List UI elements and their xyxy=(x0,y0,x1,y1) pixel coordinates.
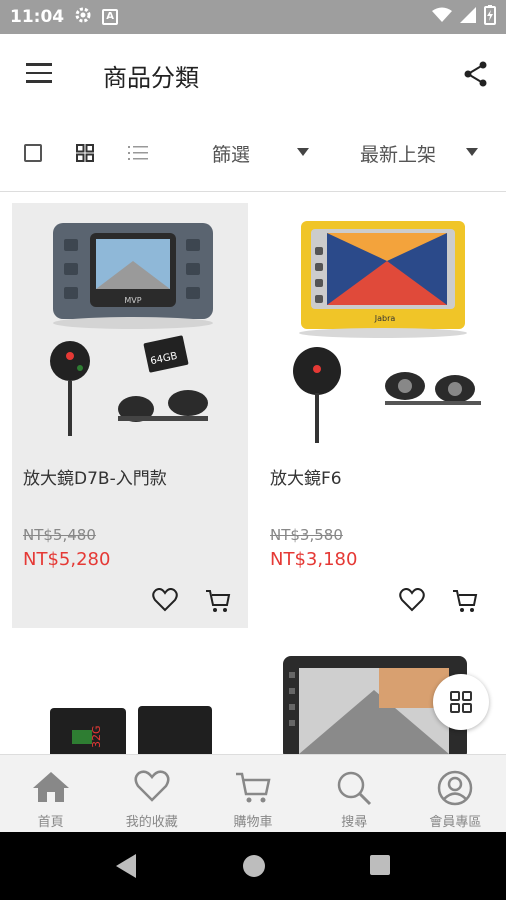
nav-search-label: 搜尋 xyxy=(341,815,368,830)
app-bar: 商品分類 xyxy=(0,34,506,114)
product-card-partial[interactable]: 32G xyxy=(12,650,248,754)
nav-favorites-label: 我的收藏 xyxy=(125,815,178,830)
battery-icon xyxy=(484,4,496,30)
select-all-checkbox[interactable] xyxy=(24,144,42,162)
menu-icon[interactable] xyxy=(26,63,52,85)
original-price: NT$3,580 xyxy=(270,526,343,544)
sale-price: NT$3,180 xyxy=(270,549,358,570)
nav-cart[interactable]: 購物車 xyxy=(202,755,303,832)
heart-icon[interactable] xyxy=(399,588,425,612)
nav-home[interactable]: 首頁 xyxy=(0,755,101,832)
signal-icon xyxy=(460,6,476,28)
screen-label: MVP xyxy=(124,296,141,305)
notification-a-icon: A xyxy=(102,9,119,25)
product-image[interactable]: Jabra xyxy=(265,211,489,451)
user-icon xyxy=(438,770,473,806)
sale-price: NT$5,280 xyxy=(23,549,111,570)
filter-toolbar: 篩選 最新上架 xyxy=(0,114,506,192)
wifi-icon xyxy=(432,7,452,28)
system-navigation-bar xyxy=(0,832,506,900)
nav-cart-label: 購物車 xyxy=(233,815,273,830)
filter-dropdown[interactable]: 篩選 xyxy=(212,140,250,167)
card-label: 32G xyxy=(90,725,103,748)
nav-member-label: 會員專區 xyxy=(429,815,482,830)
cart-icon[interactable] xyxy=(205,588,231,614)
list-view-icon[interactable] xyxy=(128,144,148,162)
product-image[interactable]: MVP 64GB xyxy=(18,211,242,451)
cart-icon xyxy=(236,772,271,803)
share-icon[interactable] xyxy=(462,60,490,88)
recent-apps-icon[interactable] xyxy=(370,855,390,875)
product-card[interactable]: MVP 64GB 放大鏡D7B-入門款 NT$5,480 NT$5,280 xyxy=(12,203,248,628)
grid-icon xyxy=(450,691,472,713)
status-time: 11:04 xyxy=(10,7,65,27)
grid-view-icon[interactable] xyxy=(76,144,94,162)
product-card[interactable]: Jabra 放大鏡F6 NT$3,580 NT$3,180 xyxy=(259,203,495,628)
settings-gear-icon xyxy=(74,6,92,29)
original-price: NT$5,480 xyxy=(23,526,96,544)
product-name[interactable]: 放大鏡D7B-入門款 xyxy=(23,464,167,489)
nav-member[interactable]: 會員專區 xyxy=(405,755,506,832)
back-icon[interactable] xyxy=(116,854,136,878)
sort-chevron-down-icon[interactable] xyxy=(466,148,478,156)
filter-chevron-down-icon[interactable] xyxy=(297,148,309,156)
nav-home-label: 首頁 xyxy=(37,815,64,830)
search-icon xyxy=(337,771,372,806)
sort-dropdown[interactable]: 最新上架 xyxy=(360,140,436,167)
home-button-icon[interactable] xyxy=(243,855,265,877)
nav-search[interactable]: 搜尋 xyxy=(304,755,405,832)
screen-label: Jabra xyxy=(374,314,396,323)
product-name[interactable]: 放大鏡F6 xyxy=(270,464,342,489)
bottom-navigation: 首頁 我的收藏 購物車 搜尋 會員專區 xyxy=(0,754,506,832)
category-grid-button[interactable] xyxy=(433,674,489,730)
status-bar: 11:04 A xyxy=(0,0,506,34)
nav-favorites[interactable]: 我的收藏 xyxy=(101,755,202,832)
heart-icon[interactable] xyxy=(152,588,178,612)
home-icon xyxy=(32,772,69,802)
cart-icon[interactable] xyxy=(452,588,478,614)
heart-icon xyxy=(134,770,170,802)
page-title: 商品分類 xyxy=(103,64,199,92)
